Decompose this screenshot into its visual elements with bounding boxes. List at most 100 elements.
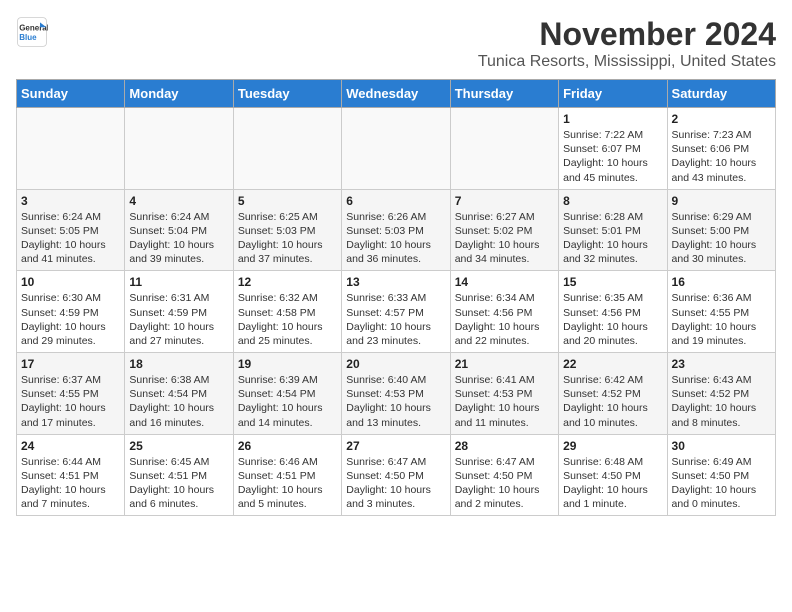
calendar-header: SundayMondayTuesdayWednesdayThursdayFrid… bbox=[17, 80, 776, 108]
calendar-cell: 30 Sunrise: 6:49 AM Sunset: 4:50 PM Dayli… bbox=[667, 434, 775, 516]
day-number: 29 bbox=[563, 439, 662, 453]
header: General Blue November 2024 Tunica Resort… bbox=[16, 16, 776, 71]
day-info: Sunrise: 6:29 AM Sunset: 5:00 PM Dayligh… bbox=[672, 210, 771, 267]
calendar-cell bbox=[125, 108, 233, 190]
day-info: Sunrise: 6:31 AM Sunset: 4:59 PM Dayligh… bbox=[129, 291, 228, 348]
calendar-cell: 21 Sunrise: 6:41 AM Sunset: 4:53 PM Dayli… bbox=[450, 353, 558, 435]
day-number: 3 bbox=[21, 194, 120, 208]
logo: General Blue bbox=[16, 16, 48, 48]
calendar-cell bbox=[342, 108, 450, 190]
week-row-3: 10 Sunrise: 6:30 AM Sunset: 4:59 PM Dayli… bbox=[17, 271, 776, 353]
calendar-cell: 11 Sunrise: 6:31 AM Sunset: 4:59 PM Dayli… bbox=[125, 271, 233, 353]
header-cell-thursday: Thursday bbox=[450, 80, 558, 108]
day-number: 25 bbox=[129, 439, 228, 453]
calendar-cell: 4Sunrise: 6:24 AM Sunset: 5:04 PM Daylig… bbox=[125, 189, 233, 271]
day-number: 21 bbox=[455, 357, 554, 371]
calendar-cell: 20 Sunrise: 6:40 AM Sunset: 4:53 PM Dayli… bbox=[342, 353, 450, 435]
calendar-cell: 1Sunrise: 7:22 AM Sunset: 6:07 PM Daylig… bbox=[559, 108, 667, 190]
calendar-cell: 9 Sunrise: 6:29 AM Sunset: 5:00 PM Daylig… bbox=[667, 189, 775, 271]
day-number: 18 bbox=[129, 357, 228, 371]
calendar-cell: 10 Sunrise: 6:30 AM Sunset: 4:59 PM Dayli… bbox=[17, 271, 125, 353]
calendar-cell bbox=[450, 108, 558, 190]
calendar-cell: 19 Sunrise: 6:39 AM Sunset: 4:54 PM Dayli… bbox=[233, 353, 341, 435]
calendar-cell: 3 Sunrise: 6:24 AM Sunset: 5:05 PM Daylig… bbox=[17, 189, 125, 271]
calendar-body: 1Sunrise: 7:22 AM Sunset: 6:07 PM Daylig… bbox=[17, 108, 776, 516]
header-cell-sunday: Sunday bbox=[17, 80, 125, 108]
day-info: Sunrise: 6:34 AM Sunset: 4:56 PM Dayligh… bbox=[455, 291, 554, 348]
day-number: 23 bbox=[672, 357, 771, 371]
calendar-cell: 29 Sunrise: 6:48 AM Sunset: 4:50 PM Dayli… bbox=[559, 434, 667, 516]
day-number: 15 bbox=[563, 275, 662, 289]
day-info: Sunrise: 6:28 AM Sunset: 5:01 PM Dayligh… bbox=[563, 210, 662, 267]
day-info: Sunrise: 6:46 AM Sunset: 4:51 PM Dayligh… bbox=[238, 455, 337, 512]
day-info: Sunrise: 6:38 AM Sunset: 4:54 PM Dayligh… bbox=[129, 373, 228, 430]
week-row-4: 17 Sunrise: 6:37 AM Sunset: 4:55 PM Dayli… bbox=[17, 353, 776, 435]
day-info: Sunrise: 6:43 AM Sunset: 4:52 PM Dayligh… bbox=[672, 373, 771, 430]
day-info: Sunrise: 6:39 AM Sunset: 4:54 PM Dayligh… bbox=[238, 373, 337, 430]
calendar-cell: 25Sunrise: 6:45 AM Sunset: 4:51 PM Dayli… bbox=[125, 434, 233, 516]
location-title: Tunica Resorts, Mississippi, United Stat… bbox=[478, 53, 776, 71]
svg-text:General: General bbox=[19, 23, 48, 32]
calendar-cell: 14Sunrise: 6:34 AM Sunset: 4:56 PM Dayli… bbox=[450, 271, 558, 353]
day-number: 30 bbox=[672, 439, 771, 453]
calendar-cell: 22 Sunrise: 6:42 AM Sunset: 4:52 PM Dayli… bbox=[559, 353, 667, 435]
calendar-cell: 26 Sunrise: 6:46 AM Sunset: 4:51 PM Dayli… bbox=[233, 434, 341, 516]
day-info: Sunrise: 6:33 AM Sunset: 4:57 PM Dayligh… bbox=[346, 291, 445, 348]
day-info: Sunrise: 6:36 AM Sunset: 4:55 PM Dayligh… bbox=[672, 291, 771, 348]
day-info: Sunrise: 6:27 AM Sunset: 5:02 PM Dayligh… bbox=[455, 210, 554, 267]
calendar-cell: 6 Sunrise: 6:26 AM Sunset: 5:03 PM Daylig… bbox=[342, 189, 450, 271]
day-number: 20 bbox=[346, 357, 445, 371]
day-number: 22 bbox=[563, 357, 662, 371]
day-number: 7 bbox=[455, 194, 554, 208]
day-info: Sunrise: 6:44 AM Sunset: 4:51 PM Dayligh… bbox=[21, 455, 120, 512]
calendar-cell: 15 Sunrise: 6:35 AM Sunset: 4:56 PM Dayli… bbox=[559, 271, 667, 353]
calendar-cell: 8 Sunrise: 6:28 AM Sunset: 5:01 PM Daylig… bbox=[559, 189, 667, 271]
day-number: 27 bbox=[346, 439, 445, 453]
day-number: 16 bbox=[672, 275, 771, 289]
day-number: 9 bbox=[672, 194, 771, 208]
logo-icon: General Blue bbox=[16, 16, 48, 48]
calendar-cell bbox=[17, 108, 125, 190]
header-cell-wednesday: Wednesday bbox=[342, 80, 450, 108]
title-section: November 2024 Tunica Resorts, Mississipp… bbox=[478, 16, 776, 71]
day-number: 10 bbox=[21, 275, 120, 289]
calendar-cell: 7 Sunrise: 6:27 AM Sunset: 5:02 PM Daylig… bbox=[450, 189, 558, 271]
header-cell-tuesday: Tuesday bbox=[233, 80, 341, 108]
calendar-cell: 24 Sunrise: 6:44 AM Sunset: 4:51 PM Dayli… bbox=[17, 434, 125, 516]
day-info: Sunrise: 6:30 AM Sunset: 4:59 PM Dayligh… bbox=[21, 291, 120, 348]
day-number: 17 bbox=[21, 357, 120, 371]
calendar-cell: 2Sunrise: 7:23 AM Sunset: 6:06 PM Daylig… bbox=[667, 108, 775, 190]
day-info: Sunrise: 6:48 AM Sunset: 4:50 PM Dayligh… bbox=[563, 455, 662, 512]
day-info: Sunrise: 6:35 AM Sunset: 4:56 PM Dayligh… bbox=[563, 291, 662, 348]
week-row-1: 1Sunrise: 7:22 AM Sunset: 6:07 PM Daylig… bbox=[17, 108, 776, 190]
calendar-cell: 12Sunrise: 6:32 AM Sunset: 4:58 PM Dayli… bbox=[233, 271, 341, 353]
day-number: 1 bbox=[563, 112, 662, 126]
day-info: Sunrise: 6:42 AM Sunset: 4:52 PM Dayligh… bbox=[563, 373, 662, 430]
day-number: 8 bbox=[563, 194, 662, 208]
calendar-cell bbox=[233, 108, 341, 190]
day-number: 24 bbox=[21, 439, 120, 453]
calendar-cell: 5Sunrise: 6:25 AM Sunset: 5:03 PM Daylig… bbox=[233, 189, 341, 271]
day-info: Sunrise: 6:24 AM Sunset: 5:05 PM Dayligh… bbox=[21, 210, 120, 267]
day-number: 12 bbox=[238, 275, 337, 289]
day-number: 19 bbox=[238, 357, 337, 371]
day-number: 26 bbox=[238, 439, 337, 453]
day-info: Sunrise: 6:49 AM Sunset: 4:50 PM Dayligh… bbox=[672, 455, 771, 512]
calendar-cell: 23 Sunrise: 6:43 AM Sunset: 4:52 PM Dayli… bbox=[667, 353, 775, 435]
day-info: Sunrise: 6:37 AM Sunset: 4:55 PM Dayligh… bbox=[21, 373, 120, 430]
day-number: 28 bbox=[455, 439, 554, 453]
day-number: 11 bbox=[129, 275, 228, 289]
header-cell-friday: Friday bbox=[559, 80, 667, 108]
day-info: Sunrise: 7:23 AM Sunset: 6:06 PM Dayligh… bbox=[672, 128, 771, 185]
calendar-cell: 13Sunrise: 6:33 AM Sunset: 4:57 PM Dayli… bbox=[342, 271, 450, 353]
day-info: Sunrise: 6:26 AM Sunset: 5:03 PM Dayligh… bbox=[346, 210, 445, 267]
day-info: Sunrise: 6:41 AM Sunset: 4:53 PM Dayligh… bbox=[455, 373, 554, 430]
calendar-cell: 27Sunrise: 6:47 AM Sunset: 4:50 PM Dayli… bbox=[342, 434, 450, 516]
svg-text:Blue: Blue bbox=[19, 33, 37, 42]
day-info: Sunrise: 6:24 AM Sunset: 5:04 PM Dayligh… bbox=[129, 210, 228, 267]
calendar-cell: 18 Sunrise: 6:38 AM Sunset: 4:54 PM Dayli… bbox=[125, 353, 233, 435]
header-row: SundayMondayTuesdayWednesdayThursdayFrid… bbox=[17, 80, 776, 108]
day-info: Sunrise: 6:47 AM Sunset: 4:50 PM Dayligh… bbox=[455, 455, 554, 512]
day-number: 6 bbox=[346, 194, 445, 208]
day-info: Sunrise: 6:40 AM Sunset: 4:53 PM Dayligh… bbox=[346, 373, 445, 430]
